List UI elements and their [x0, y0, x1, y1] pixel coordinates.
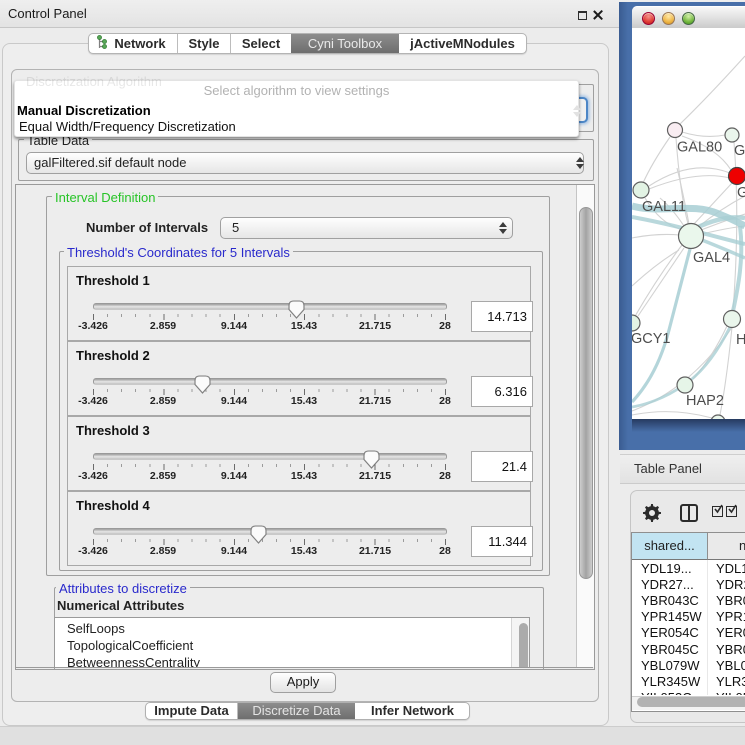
svg-text:GCY1: GCY1 [632, 331, 671, 347]
svg-text:GAL4: GAL4 [693, 250, 730, 266]
svg-text:GAL80: GAL80 [677, 140, 722, 156]
svg-text:GAL11: GAL11 [642, 199, 686, 215]
svg-text:GAL7: GAL7 [734, 143, 745, 159]
svg-text:HAP2: HAP2 [686, 393, 724, 409]
svg-text:GAL2: GAL2 [737, 185, 745, 201]
svg-text:HIS7: HIS7 [736, 332, 745, 348]
